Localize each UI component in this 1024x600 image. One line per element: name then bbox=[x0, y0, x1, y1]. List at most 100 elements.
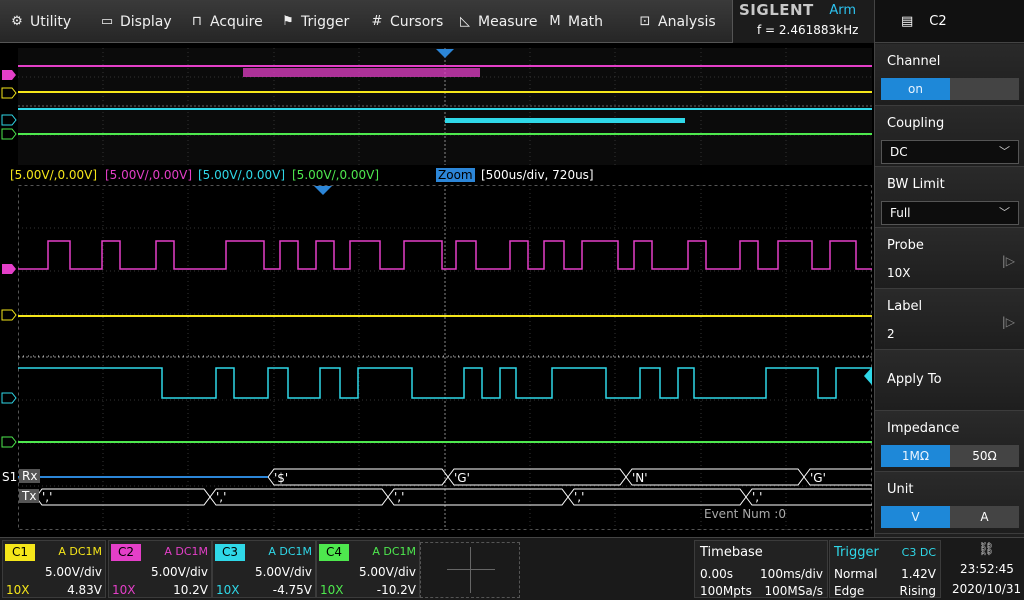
c1-probe: 10X bbox=[6, 583, 30, 597]
c3-vdiv: 5.00V/div bbox=[254, 565, 312, 579]
channel-on-option[interactable]: on bbox=[881, 78, 950, 100]
c3-tag: C3 bbox=[215, 544, 245, 561]
impedance-1m-option[interactable]: 1MΩ bbox=[881, 445, 950, 467]
menu-analysis[interactable]: ⊡ Analysis bbox=[638, 0, 716, 43]
rx-label: Rx bbox=[19, 469, 41, 483]
math-icon: M bbox=[549, 13, 561, 29]
probe-setting[interactable]: Probe 10X |▷ bbox=[875, 228, 1024, 289]
clock-info: ⛓ 23:52:45 2020/10/31 bbox=[942, 540, 1022, 598]
main-waveform[interactable]: '$' 'G' 'N' 'G' ',' ',' ',' ',' ',' Even… bbox=[18, 185, 872, 530]
tx-frame-4: ',' bbox=[574, 490, 584, 504]
menu-math-label: Math bbox=[568, 13, 604, 30]
event-number: Event Num :0 bbox=[704, 507, 786, 521]
menu-display-label: Display bbox=[120, 13, 172, 30]
unit-setting[interactable]: Unit V A bbox=[875, 472, 1024, 534]
siglent-logo: SIGLENT bbox=[739, 1, 814, 19]
channel-panel: ▤ C2 Channel on Coupling DC ﹀ BW Limit F… bbox=[874, 0, 1024, 600]
level-markers bbox=[1, 70, 17, 448]
menu-trigger[interactable]: ⚑ Trigger bbox=[281, 0, 349, 43]
chevron-down-icon: ﹀ bbox=[999, 145, 1010, 158]
frequency-readout: f = 2.461883kHz bbox=[757, 23, 859, 37]
coupling-setting[interactable]: Coupling DC ﹀ bbox=[875, 106, 1024, 167]
add-channel-slot[interactable] bbox=[420, 542, 520, 598]
timebase-delay: 0.00s bbox=[700, 567, 733, 581]
channel-setting[interactable]: Channel on bbox=[875, 44, 1024, 106]
menu-measure[interactable]: ◺ Measure bbox=[458, 0, 538, 43]
overview-c3-burst bbox=[445, 118, 685, 123]
rx-frame-2: 'G' bbox=[454, 471, 470, 485]
c2-info[interactable]: C2 A DC1M 5.00V/div 10X 10.2V bbox=[108, 540, 212, 598]
bw-limit-setting[interactable]: BW Limit Full ﹀ bbox=[875, 167, 1024, 228]
trigger-info[interactable]: Trigger C3 DC Normal 1.42V Edge Rising bbox=[829, 540, 941, 598]
c1-coupling: A DC1M bbox=[58, 545, 102, 558]
c4-offset: -10.2V bbox=[376, 583, 416, 597]
zoom-badge[interactable]: Zoom bbox=[436, 168, 475, 182]
menu-math[interactable]: M Math bbox=[548, 0, 603, 43]
channel-off-option[interactable] bbox=[950, 78, 1019, 100]
menu-cursors[interactable]: # Cursors bbox=[370, 0, 444, 43]
overview-waveform[interactable] bbox=[18, 48, 872, 165]
bw-limit-dropdown[interactable]: Full ﹀ bbox=[881, 201, 1019, 225]
menu-display[interactable]: ▭ Display bbox=[100, 0, 172, 43]
c1-scale: [5.00V/,0.00V] bbox=[10, 168, 98, 182]
cursors-icon: # bbox=[371, 13, 383, 29]
timebase-label: Timebase bbox=[700, 545, 763, 560]
document-icon: ▤ bbox=[901, 13, 914, 29]
apply-to-setting[interactable]: Apply To bbox=[875, 350, 1024, 411]
c1-info[interactable]: C1 A DC1M 5.00V/div 10X 4.83V bbox=[2, 540, 106, 598]
c4-tag: C4 bbox=[319, 544, 349, 561]
overview-c2-burst bbox=[243, 68, 480, 77]
label-setting[interactable]: Label 2 |▷ bbox=[875, 289, 1024, 350]
trigger-position-marker[interactable] bbox=[436, 49, 454, 58]
c3-offset: -4.75V bbox=[272, 583, 312, 597]
zoom-trigger-marker[interactable] bbox=[314, 186, 332, 195]
acquisition-state[interactable]: Arm bbox=[829, 3, 856, 18]
c4-scale: [5.00V/,0.00V] bbox=[292, 168, 380, 182]
zoom-info: [500us/div, 720us] bbox=[481, 168, 594, 182]
label-label: Label bbox=[887, 299, 923, 314]
unit-toggle[interactable]: V A bbox=[881, 506, 1019, 528]
impedance-toggle[interactable]: 1MΩ 50Ω bbox=[881, 445, 1019, 467]
c4-coupling: A DC1M bbox=[372, 545, 416, 558]
clock-date: 2020/10/31 bbox=[952, 582, 1022, 596]
channel-toggle[interactable]: on bbox=[881, 78, 1019, 100]
trigger-level: 1.42V bbox=[901, 567, 936, 581]
timebase-info[interactable]: Timebase 0.00s 100ms/div 100Mpts 100MSa/… bbox=[694, 540, 828, 598]
menu-analysis-label: Analysis bbox=[658, 13, 716, 30]
c1-offset: 4.83V bbox=[67, 583, 102, 597]
tx-frame-1: ',' bbox=[42, 490, 52, 504]
coupling-dropdown[interactable]: DC ﹀ bbox=[881, 140, 1019, 164]
status-bar: C1 A DC1M 5.00V/div 10X 4.83V C2 A DC1M … bbox=[0, 537, 1024, 600]
impedance-setting[interactable]: Impedance 1MΩ 50Ω bbox=[875, 411, 1024, 472]
c1-vdiv: 5.00V/div bbox=[44, 565, 102, 579]
tx-frame-3: ',' bbox=[394, 490, 404, 504]
tx-frame-2: ',' bbox=[216, 490, 226, 504]
c4-info[interactable]: C4 A DC1M 5.00V/div 10X -10.2V bbox=[316, 540, 420, 598]
c2-offset: 10.2V bbox=[173, 583, 208, 597]
c2-coupling: A DC1M bbox=[164, 545, 208, 558]
c3-info[interactable]: C3 A DC1M 5.00V/div 10X -4.75V bbox=[212, 540, 316, 598]
c2-probe: 10X bbox=[112, 583, 136, 597]
clock-time: 23:52:45 bbox=[960, 562, 1014, 576]
tx-label: Tx bbox=[19, 489, 40, 503]
channel-label: Channel bbox=[887, 54, 941, 69]
menu-utility[interactable]: ⚙ Utility bbox=[10, 0, 71, 43]
timebase-tdiv: 100ms/div bbox=[760, 567, 823, 581]
menu-acquire[interactable]: ⊓ Acquire bbox=[190, 0, 263, 43]
trigger-slope: Rising bbox=[899, 584, 936, 598]
c1-tag: C1 bbox=[5, 544, 35, 561]
trigger-level-marker[interactable] bbox=[864, 367, 872, 385]
unit-v-option[interactable]: V bbox=[881, 506, 950, 528]
c2-vdiv: 5.00V/div bbox=[150, 565, 208, 579]
apply-to-label: Apply To bbox=[887, 372, 942, 387]
impedance-50-option[interactable]: 50Ω bbox=[950, 445, 1019, 467]
submenu-arrow-icon: |▷ bbox=[1001, 315, 1015, 329]
scale-bar: [5.00V/,0.00V] [5.00V/,0.00V] [5.00V/,0.… bbox=[0, 168, 874, 184]
impedance-label: Impedance bbox=[887, 421, 960, 436]
menu-cursors-label: Cursors bbox=[390, 13, 444, 30]
unit-a-option[interactable]: A bbox=[950, 506, 1019, 528]
menu-utility-label: Utility bbox=[30, 13, 72, 30]
analysis-icon: ⊡ bbox=[639, 13, 651, 29]
rx-frame-1: '$' bbox=[274, 471, 288, 485]
gear-icon: ⚙ bbox=[11, 13, 23, 29]
